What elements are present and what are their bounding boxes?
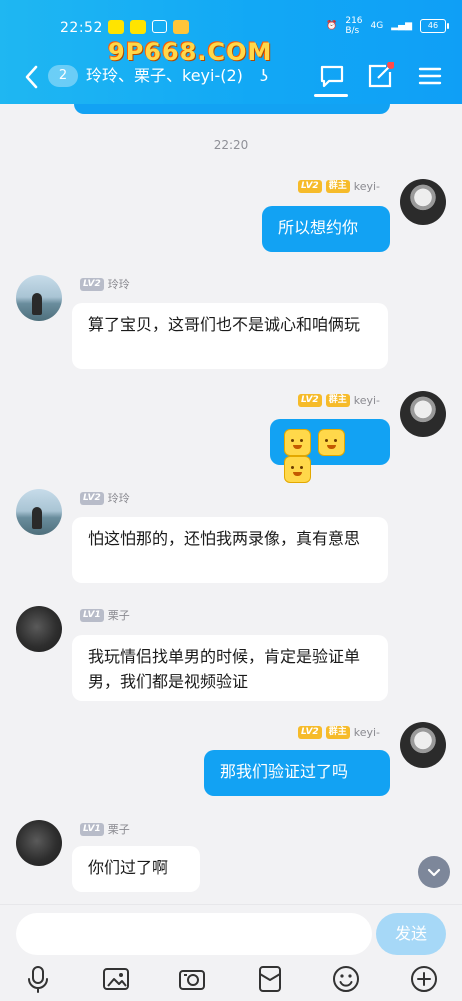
app-notification-icon — [130, 20, 146, 34]
status-right: ⏰ 216 B/s 4G ▂▄▆ 46 — [326, 16, 449, 36]
sender-name: 栗子 — [107, 823, 130, 836]
level-badge: LV2 — [297, 180, 322, 193]
avatar[interactable] — [16, 489, 62, 535]
input-bar: 发送 — [0, 904, 462, 1001]
level-badge: LV2 — [297, 726, 322, 739]
edit-icon[interactable] — [366, 61, 395, 90]
signal-icon: ▂▄▆ — [391, 20, 412, 31]
image-icon[interactable] — [100, 963, 132, 995]
sender-meta: LV2 群主 keyi- — [297, 394, 380, 407]
owner-badge: 群主 — [325, 180, 350, 193]
avatar[interactable] — [400, 722, 446, 768]
chat-bubble-icon[interactable] — [318, 62, 346, 90]
sticker-face-icon — [284, 429, 311, 456]
chat-title: 玲玲、栗子、keyi-(2) — [86, 66, 243, 85]
message-bubble[interactable]: 那我们验证过了吗 — [204, 750, 390, 796]
send-button[interactable]: 发送 — [376, 913, 446, 955]
battery-icon: 46 — [420, 19, 449, 33]
status-time: 22:52 — [60, 20, 103, 36]
owner-badge: 群主 — [325, 726, 350, 739]
chevron-down-icon[interactable] — [418, 856, 450, 888]
input-toolbar — [0, 959, 462, 1001]
owner-badge: 群主 — [325, 394, 350, 407]
level-badge: LV2 — [80, 277, 104, 291]
app-notification-icon — [152, 20, 167, 33]
message-input[interactable] — [16, 913, 372, 955]
level-badge: LV2 — [297, 394, 322, 407]
sender-name: keyi- — [353, 726, 380, 739]
emoji-icon[interactable] — [330, 963, 362, 995]
ear-icon: ʖ — [260, 66, 269, 85]
sticker-face-icon — [284, 456, 311, 483]
red-packet-icon[interactable] — [254, 963, 286, 995]
menu-icon[interactable] — [416, 62, 444, 90]
status-bar: 22:52 ⏰ 216 B/s 4G ▂▄▆ 46 — [0, 0, 462, 38]
unread-badge[interactable]: 2 — [48, 65, 78, 87]
plus-icon[interactable] — [408, 963, 440, 995]
sender-name: 栗子 — [107, 609, 130, 622]
sender-meta: LV2 玲玲 — [80, 490, 130, 506]
network-speed: 216 B/s — [345, 16, 362, 36]
sender-name: keyi- — [353, 180, 380, 193]
network-speed-unit: B/s — [345, 26, 360, 36]
level-badge: LV2 — [80, 491, 104, 505]
sender-name: keyi- — [353, 394, 380, 407]
avatar[interactable] — [16, 275, 62, 321]
sender-meta: LV1 栗子 — [80, 607, 130, 623]
sticker-face-icon — [318, 429, 345, 456]
message-bubble[interactable]: 我玩情侣找单男的时候，肯定是验证单男，我们都是视频验证 — [72, 635, 388, 701]
avatar[interactable] — [400, 391, 446, 437]
camera-icon[interactable] — [176, 963, 208, 995]
avatar[interactable] — [400, 179, 446, 225]
status-notification-icons — [108, 20, 189, 34]
signal-label: 4G — [370, 20, 384, 31]
back-arrow-icon[interactable] — [20, 62, 44, 92]
sender-meta: LV1 栗子 — [80, 821, 130, 837]
message-bubble[interactable]: 所以想约你 — [262, 206, 390, 252]
message-list[interactable]: 22:20 LV2 群主 keyi- 所以想约你 LV2 玲玲 算了宝贝，这哥们… — [0, 104, 462, 904]
sender-meta: LV2 玲玲 — [80, 276, 130, 292]
level-badge: LV1 — [80, 608, 104, 622]
message-timestamp: 22:20 — [213, 138, 249, 152]
message-bubble[interactable]: 怕这怕那的，还怕我两录像，真有意思 — [72, 517, 388, 583]
message-bubble[interactable]: 你们过了啊 — [72, 846, 200, 892]
sender-name: 玲玲 — [107, 492, 130, 505]
message-bubble[interactable]: 算了宝贝，这哥们也不是诚心和咱俩玩 — [72, 303, 388, 369]
app-notification-icon — [108, 20, 124, 34]
app-notification-icon — [173, 20, 189, 34]
sender-name: 玲玲 — [107, 278, 130, 291]
previous-message-bubble — [74, 104, 390, 114]
level-badge: LV1 — [80, 822, 104, 836]
avatar[interactable] — [16, 820, 62, 866]
active-tab-indicator — [314, 94, 348, 97]
sender-meta: LV2 群主 keyi- — [297, 180, 380, 193]
alarm-icon: ⏰ — [326, 20, 338, 31]
network-speed-value: 216 — [345, 16, 363, 26]
avatar[interactable] — [16, 606, 62, 652]
chat-header: 22:52 ⏰ 216 B/s 4G ▂▄▆ 46 9P668.COM 2 玲玲… — [0, 0, 462, 104]
sticker-message-bubble[interactable] — [270, 419, 390, 483]
microphone-icon[interactable] — [22, 963, 54, 995]
title-row: 2 玲玲、栗子、keyi-(2) ʖ — [0, 58, 462, 98]
sender-meta: LV2 群主 keyi- — [297, 726, 380, 739]
